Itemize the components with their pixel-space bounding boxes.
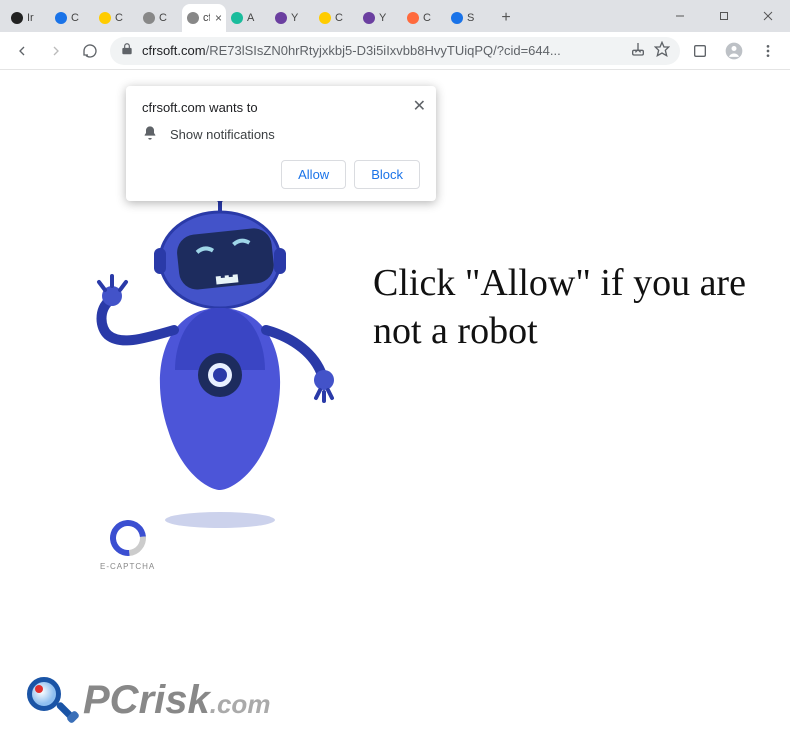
star-icon[interactable] [654, 41, 670, 60]
share-icon[interactable] [630, 41, 646, 60]
block-button[interactable]: Block [354, 160, 420, 189]
captcha-label: E-CAPTCHA [100, 562, 155, 571]
address-bar[interactable]: cfrsoft.com/RE73lSIsZN0hrRtyjxkbj5-D3i5i… [110, 37, 680, 65]
notification-prompt: ✕ cfrsoft.com wants to Show notification… [126, 86, 436, 201]
tab-8[interactable]: Y [358, 4, 402, 32]
watermark-text: PCrisk.com [83, 678, 270, 723]
tab-7[interactable]: C [314, 4, 358, 32]
tab-2[interactable]: C [94, 4, 138, 32]
notification-title: cfrsoft.com wants to [142, 100, 420, 115]
notification-permission-text: Show notifications [170, 127, 275, 142]
captcha-badge: E-CAPTCHA [100, 520, 155, 571]
profile-icon[interactable] [720, 37, 748, 65]
bell-icon [142, 125, 158, 144]
tab-3[interactable]: C [138, 4, 182, 32]
magnifier-icon [25, 675, 75, 725]
tab-9[interactable]: C [402, 4, 446, 32]
forward-button[interactable] [42, 37, 70, 65]
tabstrip: Ir C C C cf× A Y C Y C S + [0, 0, 518, 32]
pcrisk-watermark: PCrisk.com [25, 675, 270, 725]
robot-illustration [70, 190, 370, 530]
toolbar: cfrsoft.com/RE73lSIsZN0hrRtyjxkbj5-D3i5i… [0, 32, 790, 70]
new-tab-button[interactable]: + [494, 6, 518, 30]
close-icon[interactable]: ✕ [413, 96, 426, 116]
lock-icon [120, 42, 134, 59]
close-window-button[interactable] [746, 2, 790, 30]
captcha-spinner-icon [102, 513, 153, 564]
tab-5[interactable]: A [226, 4, 270, 32]
extensions-icon[interactable] [686, 37, 714, 65]
minimize-button[interactable] [658, 2, 702, 30]
tab-6[interactable]: Y [270, 4, 314, 32]
tab-0[interactable]: Ir [6, 4, 50, 32]
tab-1[interactable]: C [50, 4, 94, 32]
tab-4-active[interactable]: cf× [182, 4, 226, 32]
url-text: cfrsoft.com/RE73lSIsZN0hrRtyjxkbj5-D3i5i… [142, 43, 622, 58]
allow-button[interactable]: Allow [281, 160, 346, 189]
maximize-button[interactable] [702, 2, 746, 30]
close-tab-icon[interactable]: × [215, 11, 222, 25]
reload-button[interactable] [76, 37, 104, 65]
menu-icon[interactable] [754, 37, 782, 65]
tab-10[interactable]: S [446, 4, 490, 32]
headline-text: Click "Allow" if you are not a robot [373, 260, 790, 355]
titlebar: Ir C C C cf× A Y C Y C S + [0, 0, 790, 32]
window-controls [658, 0, 790, 32]
back-button[interactable] [8, 37, 36, 65]
